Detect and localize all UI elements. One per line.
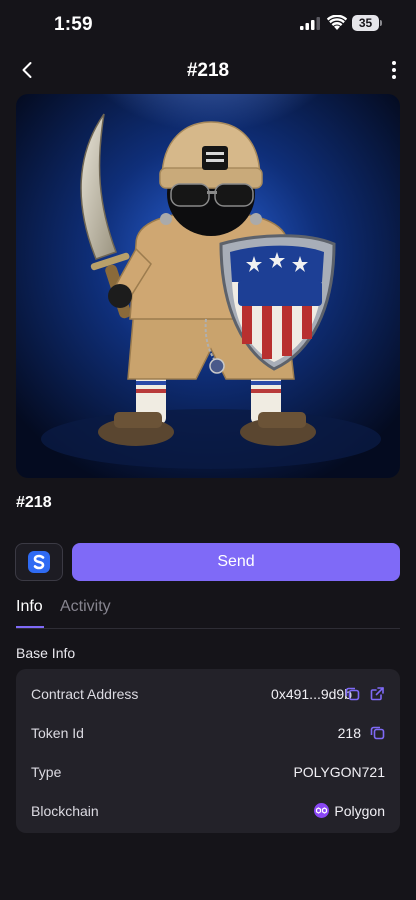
more-options-icon[interactable] bbox=[386, 58, 402, 82]
copy-icon[interactable] bbox=[345, 686, 360, 701]
nav-bar: #218 bbox=[0, 50, 416, 90]
info-row-contract-address: Contract Address 0x491...9d9b bbox=[16, 673, 400, 712]
status-bar: 1:59 35 bbox=[0, 0, 416, 50]
send-button[interactable]: Send bbox=[72, 543, 400, 581]
copy-icon[interactable] bbox=[370, 725, 385, 740]
type-value: POLYGON721 bbox=[293, 764, 385, 780]
nft-name: #218 bbox=[16, 494, 52, 511]
active-tab-indicator bbox=[16, 626, 44, 628]
info-label: Token Id bbox=[31, 725, 84, 741]
base-info-card: Contract Address 0x491...9d9b Token Id 2… bbox=[16, 669, 400, 833]
cellular-signal-icon bbox=[300, 17, 320, 30]
info-label: Type bbox=[31, 764, 62, 780]
nft-artwork-image bbox=[16, 94, 400, 478]
info-label: Blockchain bbox=[31, 803, 99, 819]
tab-bar: Info Activity bbox=[16, 594, 400, 629]
section-title: Base Info bbox=[16, 645, 76, 661]
info-row-token-id: Token Id 218 bbox=[16, 712, 400, 751]
token-id-value: 218 bbox=[337, 725, 361, 741]
blockchain-value: Polygon bbox=[334, 803, 385, 819]
page-title: #218 bbox=[186, 60, 230, 81]
tab-activity[interactable]: Activity bbox=[60, 598, 111, 616]
battery-level: 35 bbox=[358, 16, 373, 30]
status-time: 1:59 bbox=[54, 14, 93, 35]
wallet-app-button[interactable] bbox=[15, 543, 63, 581]
tab-info[interactable]: Info bbox=[16, 598, 43, 616]
battery-icon: 35 bbox=[352, 15, 382, 32]
external-link-icon[interactable] bbox=[370, 686, 385, 701]
info-label: Contract Address bbox=[31, 686, 139, 702]
sheep-s-logo-icon bbox=[28, 551, 50, 573]
polygon-icon bbox=[314, 803, 329, 818]
info-row-type: Type POLYGON721 bbox=[16, 751, 400, 790]
contract-address-value: 0x491...9d9b bbox=[271, 686, 352, 702]
info-row-blockchain: Blockchain Polygon bbox=[16, 790, 400, 829]
wifi-icon bbox=[327, 15, 347, 30]
